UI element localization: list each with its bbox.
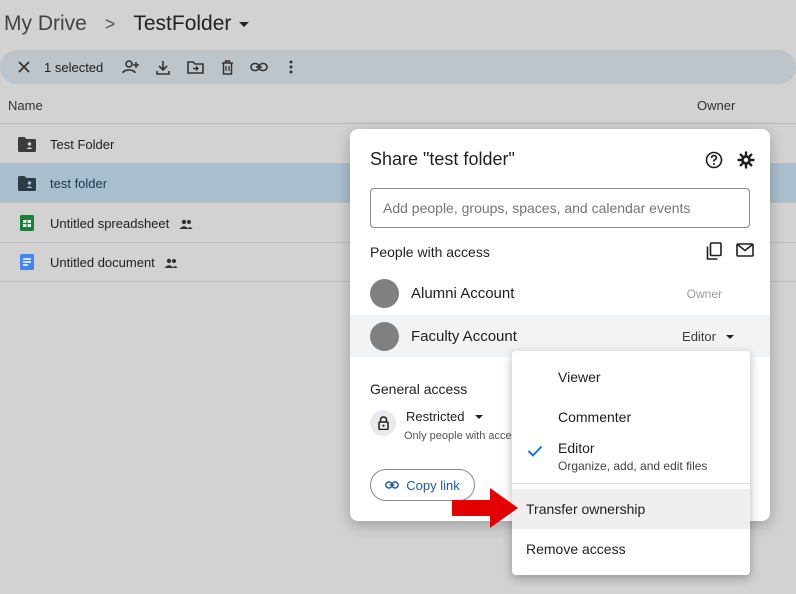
menu-item-label: Remove access [526, 541, 626, 557]
more-vert-icon[interactable] [275, 51, 307, 83]
general-access-heading: General access [370, 381, 468, 397]
person-name: Faculty Account [411, 328, 517, 345]
file-name: Test Folder [50, 136, 115, 152]
mail-icon[interactable] [736, 243, 754, 259]
people-with-access-heading: People with access [370, 244, 490, 260]
person-role: Owner [686, 287, 722, 301]
menu-item-editor[interactable]: Editor Organize, add, and edit files [512, 437, 750, 475]
general-access-dropdown[interactable]: Restricted [406, 409, 483, 424]
column-header-owner[interactable]: Owner [697, 98, 735, 113]
copy-emails-icon[interactable] [706, 242, 724, 260]
menu-item-commenter[interactable]: Commenter [512, 401, 750, 433]
menu-item-label: Viewer [558, 369, 601, 385]
file-name-text: Untitled spreadsheet [50, 215, 170, 231]
avatar [370, 279, 399, 308]
red-arrow-annotation [452, 488, 518, 528]
role-dropdown-button[interactable]: Editor [682, 329, 734, 344]
download-icon[interactable] [147, 51, 179, 83]
file-name: Untitled document [50, 255, 178, 270]
selection-toolbar: 1 selected [0, 50, 796, 84]
move-icon[interactable] [179, 51, 211, 83]
breadcrumb-my-drive[interactable]: My Drive [4, 12, 87, 36]
lock-icon [370, 410, 396, 436]
general-access-label: Restricted [406, 409, 465, 424]
person-row-owner: Alumni Account Owner [350, 272, 770, 314]
chevron-down-icon [474, 414, 483, 419]
file-list-header: Name Owner [0, 88, 796, 124]
help-icon[interactable] [705, 151, 723, 169]
chevron-down-icon [726, 334, 734, 339]
docs-icon [18, 254, 36, 270]
add-person-icon[interactable] [115, 51, 147, 83]
add-people-input[interactable] [370, 188, 750, 228]
menu-item-remove-access[interactable]: Remove access [512, 529, 750, 569]
sheets-icon [18, 215, 36, 231]
file-name: Untitled spreadsheet [50, 216, 193, 231]
menu-item-description: Organize, add, and edit files [558, 459, 708, 473]
menu-item-label: Transfer ownership [526, 501, 646, 517]
shared-people-icon [179, 219, 193, 230]
link-icon[interactable] [243, 51, 275, 83]
general-access-description: Only people with access [404, 430, 523, 442]
breadcrumb-current-folder[interactable]: TestFolder [133, 12, 231, 36]
menu-item-label: Editor [558, 440, 595, 456]
menu-item-transfer-ownership[interactable]: Transfer ownership [512, 489, 750, 529]
role-menu: Viewer Commenter Editor Organize, add, a… [512, 351, 750, 575]
menu-item-label: Commenter [558, 409, 632, 425]
person-name: Alumni Account [411, 285, 515, 302]
selected-count: 1 selected [44, 59, 104, 75]
role-dropdown-label: Editor [682, 329, 716, 344]
column-header-name[interactable]: Name [8, 98, 43, 113]
chevron-down-icon[interactable] [239, 21, 250, 27]
breadcrumb-separator: > [104, 13, 116, 34]
avatar [370, 322, 399, 351]
menu-item-viewer[interactable]: Viewer [512, 361, 750, 393]
shared-people-icon [164, 258, 178, 269]
check-icon [527, 445, 543, 457]
shared-folder-icon [18, 136, 36, 152]
gear-icon[interactable] [737, 151, 755, 169]
file-name: test folder [50, 175, 108, 191]
file-name-text: Untitled document [50, 254, 155, 270]
breadcrumb: My Drive > TestFolder [4, 8, 250, 40]
shared-folder-icon [18, 175, 36, 191]
share-dialog-title: Share "test folder" [370, 149, 515, 169]
menu-divider [512, 483, 750, 484]
link-icon [385, 481, 400, 489]
close-icon[interactable] [8, 51, 40, 83]
trash-icon[interactable] [211, 51, 243, 83]
